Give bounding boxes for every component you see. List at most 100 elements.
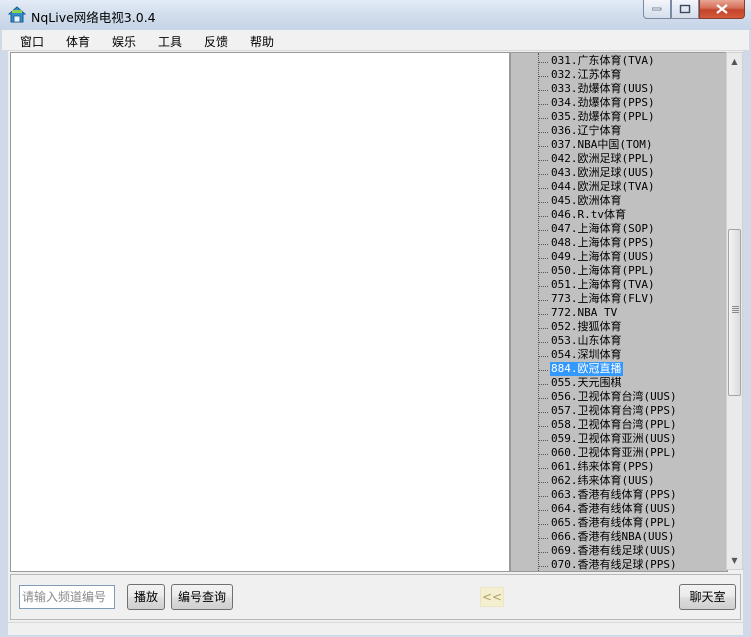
tree-branch-line (538, 342, 548, 343)
channel-item[interactable]: 055.天元围棋 (538, 376, 726, 391)
scroll-thumb[interactable] (728, 229, 741, 396)
tree-branch-line (538, 328, 548, 329)
channel-item-label: 055.天元围棋 (551, 376, 622, 389)
tree-branch-line (538, 188, 548, 189)
channel-item[interactable]: 065.香港有线体育(PPL) (538, 516, 726, 531)
channel-item[interactable]: 052.搜狐体育 (538, 320, 726, 335)
channel-item[interactable]: 056.卫视体育台湾(UUS) (538, 390, 726, 405)
tree-branch-line (538, 552, 548, 553)
channel-item[interactable]: 034.劲爆体育(PPS) (538, 96, 726, 111)
video-pane[interactable] (10, 52, 510, 572)
menu-bar: 窗口 体育 娱乐 工具 反馈 帮助 (2, 30, 749, 51)
menu-window[interactable]: 窗口 (20, 33, 44, 50)
channel-item-label: 033.劲爆体育(UUS) (551, 82, 655, 95)
channel-item[interactable]: 059.卫视体育亚洲(UUS) (538, 432, 726, 447)
tree-branch-line (538, 258, 548, 259)
client-area: 031.广东体育(TVA) 032.江苏体育 033.劲爆体育(UUS) 034.劲爆… (8, 51, 743, 622)
tree-branch-line (538, 356, 548, 357)
tree-branch-line (538, 104, 548, 105)
channel-scrollbar[interactable]: ▲ ▼ (726, 52, 743, 570)
tree-branch-line (538, 496, 548, 497)
tree-branch-line (538, 286, 548, 287)
house-icon (8, 6, 26, 23)
channel-item-label: 052.搜狐体育 (551, 320, 622, 333)
menu-tools[interactable]: 工具 (158, 33, 182, 50)
channel-item[interactable]: 053.山东体育 (538, 334, 726, 349)
channel-item-label: 059.卫视体育亚洲(UUS) (551, 432, 677, 445)
channel-item[interactable]: 035.劲爆体育(PPL) (538, 110, 726, 125)
channel-item[interactable]: 037.NBA中国(TOM) (538, 138, 726, 153)
channel-item[interactable]: 062.纬来体育(UUS) (538, 474, 726, 489)
channel-item[interactable]: 046.R.tv体育 (538, 208, 726, 223)
channel-item[interactable]: 043.欧洲足球(UUS) (538, 166, 726, 181)
channel-item[interactable]: 050.上海体育(PPL) (538, 264, 726, 279)
lookup-button[interactable]: 编号查询 (171, 584, 233, 610)
channel-item-label: 035.劲爆体育(PPL) (551, 110, 655, 123)
channel-item-label: 049.上海体育(UUS) (551, 250, 655, 263)
channel-item-label: 053.山东体育 (551, 334, 622, 347)
channel-number-input[interactable] (19, 585, 115, 609)
tree-branch-line (538, 244, 548, 245)
channel-item[interactable]: 063.香港有线体育(PPS) (538, 488, 726, 503)
channel-item-label: 069.香港有线足球(UUS) (551, 544, 677, 557)
chat-room-button[interactable]: 聊天室 (679, 584, 736, 610)
channel-item[interactable]: 061.纬来体育(PPS) (538, 460, 726, 475)
menu-help[interactable]: 帮助 (250, 33, 274, 50)
channel-item[interactable]: 042.欧洲足球(PPL) (538, 152, 726, 167)
channel-item-label: 058.卫视体育台湾(PPL) (551, 418, 677, 431)
tree-branch-line (538, 566, 548, 567)
tree-branch-line (538, 90, 548, 91)
channel-item-label: 031.广东体育(TVA) (551, 54, 655, 67)
maximize-button[interactable] (671, 0, 699, 19)
channel-item[interactable]: 060.卫视体育亚洲(PPL) (538, 446, 726, 461)
tree-branch-line (538, 398, 548, 399)
scroll-down-arrow-icon[interactable]: ▼ (727, 552, 742, 569)
channel-item[interactable]: 048.上海体育(PPS) (538, 236, 726, 251)
channel-item[interactable]: 064.香港有线体育(UUS) (538, 502, 726, 517)
channel-item[interactable]: 884.欧冠直播 (538, 362, 726, 377)
channel-item[interactable]: 057.卫视体育台湾(PPS) (538, 404, 726, 419)
channel-item[interactable]: 047.上海体育(SOP) (538, 222, 726, 237)
channel-item[interactable]: 772.NBA TV (538, 306, 726, 321)
channel-item[interactable]: 773.上海体育(FLV) (538, 292, 726, 307)
channel-item[interactable]: 058.卫视体育台湾(PPL) (538, 418, 726, 433)
bottom-toolbar: 播放 编号查询 << 聊天室 (10, 574, 741, 620)
channel-item[interactable]: 054.深圳体育 (538, 348, 726, 363)
tree-branch-line (538, 118, 548, 119)
channel-item[interactable]: 045.欧洲体育 (538, 194, 726, 209)
channel-item[interactable]: 036.辽宁体育 (538, 124, 726, 139)
title-bar[interactable]: NqLive网络电视3.0.4 (0, 0, 751, 30)
channel-item-label: 884.欧冠直播 (550, 362, 623, 376)
channel-item-label: 050.上海体育(PPL) (551, 264, 655, 277)
tree-branch-line (538, 384, 548, 385)
channel-item-label: 036.辽宁体育 (551, 124, 622, 137)
channel-item[interactable]: 066.香港有线NBA(UUS) (538, 530, 726, 545)
menu-sports[interactable]: 体育 (66, 33, 90, 50)
minimize-button[interactable] (643, 0, 671, 19)
channel-item[interactable]: 049.上海体育(UUS) (538, 250, 726, 265)
channel-item[interactable]: 051.上海体育(TVA) (538, 278, 726, 293)
menu-feedback[interactable]: 反馈 (204, 33, 228, 50)
tree-branch-line (538, 440, 548, 441)
channel-item[interactable]: 033.劲爆体育(UUS) (538, 82, 726, 97)
channel-item-label: 047.上海体育(SOP) (551, 222, 655, 235)
caption-buttons (643, 0, 745, 20)
tree-branch-line (538, 76, 548, 77)
scroll-up-arrow-icon[interactable]: ▲ (727, 53, 742, 70)
tree-branch-line (538, 412, 548, 413)
channel-item[interactable]: 069.香港有线足球(UUS) (538, 544, 726, 559)
channel-item-label: 051.上海体育(TVA) (551, 278, 655, 291)
channel-tree[interactable]: 031.广东体育(TVA) 032.江苏体育 033.劲爆体育(UUS) 034.劲爆… (510, 52, 728, 572)
channel-item-label: 772.NBA TV (551, 306, 618, 319)
tree-branch-line (538, 272, 548, 273)
channel-item[interactable]: 044.欧洲足球(TVA) (538, 180, 726, 195)
channel-item[interactable]: 031.广东体育(TVA) (538, 54, 726, 69)
menu-entertainment[interactable]: 娱乐 (112, 33, 136, 50)
channel-item[interactable]: 070.香港有线足球(PPS) (538, 558, 726, 571)
collapse-panel-button[interactable]: << (480, 587, 504, 607)
channel-item[interactable]: 032.江苏体育 (538, 68, 726, 83)
channel-item-label: 045.欧洲体育 (551, 194, 622, 207)
play-button[interactable]: 播放 (127, 584, 165, 610)
close-button[interactable] (699, 0, 745, 19)
tree-branch-line (538, 510, 548, 511)
